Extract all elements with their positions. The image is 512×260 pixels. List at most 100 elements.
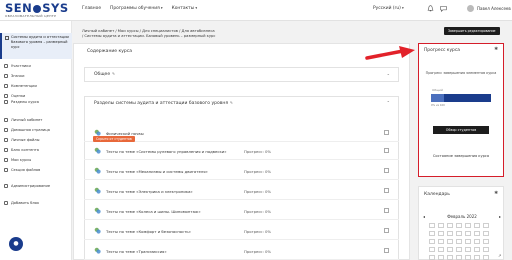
section-general[interactable]: Общее ✎ ⌄ xyxy=(84,67,399,82)
user-name[interactable]: Павел Алексеев xyxy=(477,6,511,11)
calendar-day-cell[interactable] xyxy=(429,231,435,236)
sidebar-item-home[interactable]: Домашняя страница xyxy=(4,128,50,132)
avatar[interactable] xyxy=(467,5,474,12)
calendar-next-icon[interactable]: ▸ xyxy=(499,214,501,219)
nav-programs[interactable]: Программы обучения xyxy=(110,6,163,11)
sidebar-item-badges[interactable]: Значки xyxy=(4,74,25,78)
activity-row[interactable]: Тесты по теме «Комфорт и безопасность» Пр… xyxy=(84,222,399,240)
checkbox-icon[interactable] xyxy=(384,130,389,135)
student-overview-button[interactable]: Обзор студентов xyxy=(433,126,489,134)
sidebar-item-content-bank[interactable]: Банк контента xyxy=(4,148,39,152)
sidebar-item-competencies[interactable]: Компетенции xyxy=(4,84,37,88)
checkbox-icon[interactable] xyxy=(384,228,389,233)
pencil-icon[interactable]: ✎ xyxy=(230,101,233,105)
calendar-day-cell[interactable] xyxy=(456,231,462,236)
help-button[interactable]: ● xyxy=(9,237,23,251)
calendar-day-cell[interactable] xyxy=(483,247,489,252)
calendar-day-cell[interactable] xyxy=(456,247,462,252)
breadcrumb[interactable]: Личный кабинет / Мои курсы / Для специал… xyxy=(82,29,432,39)
nav-contacts[interactable]: Контакты xyxy=(172,6,197,11)
gear-icon[interactable]: ✱ xyxy=(494,191,498,196)
finish-editing-button[interactable]: Завершить редактирование xyxy=(444,27,500,35)
calendar-day-cell[interactable] xyxy=(429,223,435,228)
checkbox-icon[interactable] xyxy=(384,148,389,153)
completion-status-link[interactable]: Состояние завершения курса xyxy=(419,154,503,158)
calendar-day-cell[interactable] xyxy=(474,247,480,252)
progress-bar-fill xyxy=(431,94,445,102)
activity-row[interactable]: Тесты по теме «Системы рулевого управлен… xyxy=(84,142,399,160)
calendar-day-cell[interactable] xyxy=(474,239,480,244)
calendar-day-cell[interactable] xyxy=(465,247,471,252)
calendar-day-cell[interactable] xyxy=(438,255,444,260)
calendar-day-cell[interactable] xyxy=(474,223,480,228)
checkbox-icon[interactable] xyxy=(384,188,389,193)
calendar-day-cell[interactable] xyxy=(474,255,480,260)
calendar-day-cell[interactable] xyxy=(456,223,462,228)
calendar-day-cell[interactable] xyxy=(465,239,471,244)
calendar-day-cell[interactable] xyxy=(474,231,480,236)
checkbox-icon[interactable] xyxy=(384,168,389,173)
activity-row[interactable]: Тесты по теме «Колеса и шины. Шиномонтаж… xyxy=(84,202,399,220)
calendar-day-cell[interactable] xyxy=(465,255,471,260)
sidebar-item-participants[interactable]: Участники xyxy=(4,64,31,68)
bell-icon[interactable] xyxy=(427,5,434,12)
sidebar-item-dashboard[interactable]: Личный кабинет xyxy=(4,118,42,122)
chat-icon[interactable] xyxy=(440,5,447,12)
calendar-day-cell[interactable] xyxy=(438,231,444,236)
calendar-day-cell[interactable] xyxy=(429,255,435,260)
gear-icon[interactable]: ✱ xyxy=(494,47,498,52)
activity-row[interactable]: Тесты по теме «Трансмиссия» Прогресс: 0% xyxy=(84,242,399,260)
external-link-icon[interactable]: ↗ xyxy=(498,253,501,258)
activity-name[interactable]: Тесты по теме «Системы рулевого управлен… xyxy=(106,149,227,154)
language-selector[interactable]: Русский (ru) xyxy=(373,6,404,11)
calendar-day-cell[interactable] xyxy=(447,255,453,260)
chevron-down-icon[interactable]: ⌄ xyxy=(387,71,390,76)
calendar-day-cell[interactable] xyxy=(483,255,489,260)
calendar-day-cell[interactable] xyxy=(429,247,435,252)
calendar-day-cell[interactable] xyxy=(447,231,453,236)
chevron-up-icon[interactable]: ⌃ xyxy=(387,100,390,105)
calendar-day-cell[interactable] xyxy=(483,223,489,228)
dashboard-icon xyxy=(4,118,8,122)
quiz-icon xyxy=(94,167,101,174)
calendar-day-cell[interactable] xyxy=(465,231,471,236)
sidebar-item-sections[interactable]: Разделы курса xyxy=(4,100,39,104)
activity-name[interactable]: Тесты по теме «Комфорт и безопасность» xyxy=(106,229,191,234)
logo[interactable]: SEN SYS ОБРАЗОВАТЕЛЬНЫЙ ЦЕНТР xyxy=(5,2,69,18)
activity-name[interactable]: Тесты по теме «Трансмиссия» xyxy=(106,249,167,254)
calendar-day-cell[interactable] xyxy=(447,223,453,228)
pencil-icon[interactable]: ✎ xyxy=(112,72,115,76)
calendar-day-cell[interactable] xyxy=(438,247,444,252)
sidebar-item-grades[interactable]: Оценки xyxy=(4,94,25,98)
calendar-day-cell[interactable] xyxy=(483,231,489,236)
calendar-day-cell[interactable] xyxy=(447,247,453,252)
calendar-day-cell[interactable] xyxy=(447,239,453,244)
calendar-prev-icon[interactable]: ◂ xyxy=(423,214,425,219)
breadcrumb-line-2[interactable]: / Системы аудита и аттестации. Базовый у… xyxy=(82,34,432,39)
activity-row[interactable]: Тесты по теме «Электрика и электроника» П… xyxy=(84,182,399,200)
activity-name[interactable]: Тесты по теме «Механизмы и системы двига… xyxy=(106,169,208,174)
activity-row[interactable]: Тесты по теме «Механизмы и системы двига… xyxy=(84,162,399,180)
sidebar-item-course[interactable]: Системы аудита и аттестации базового уро… xyxy=(0,33,72,59)
sidebar-item-my-courses[interactable]: Мои курсы xyxy=(4,158,31,162)
calendar-day-cell[interactable] xyxy=(438,239,444,244)
calendar-day-cell[interactable] xyxy=(456,239,462,244)
calendar-day-cell[interactable] xyxy=(456,255,462,260)
nav-home[interactable]: Главное xyxy=(82,6,101,11)
progress-bar[interactable] xyxy=(431,94,491,102)
calendar-day-cell[interactable] xyxy=(483,239,489,244)
sidebar-item-files[interactable]: Личные файлы xyxy=(4,138,39,142)
calendar-day-cell[interactable] xyxy=(438,223,444,228)
calendar-day-cell[interactable] xyxy=(429,239,435,244)
sidebar-item-add-block[interactable]: Добавить блок xyxy=(4,201,39,205)
activity-name[interactable]: Тесты по теме «Колеса и шины. Шиномонтаж… xyxy=(106,209,201,214)
progress-mini-label: Общий xyxy=(432,88,443,92)
sidebar-item-file-section[interactable]: Секция файлов xyxy=(4,168,40,172)
checkbox-icon[interactable] xyxy=(384,248,389,253)
checkbox-icon[interactable] xyxy=(384,208,389,213)
sidebar-item-admin[interactable]: Администрирование xyxy=(4,184,50,188)
activity-progress: Прогресс: 0% xyxy=(244,189,272,194)
calendar-day-cell[interactable] xyxy=(465,223,471,228)
activity-name[interactable]: Тесты по теме «Электрика и электроника» xyxy=(106,189,193,194)
progress-note: 0% из 100 xyxy=(431,104,445,107)
